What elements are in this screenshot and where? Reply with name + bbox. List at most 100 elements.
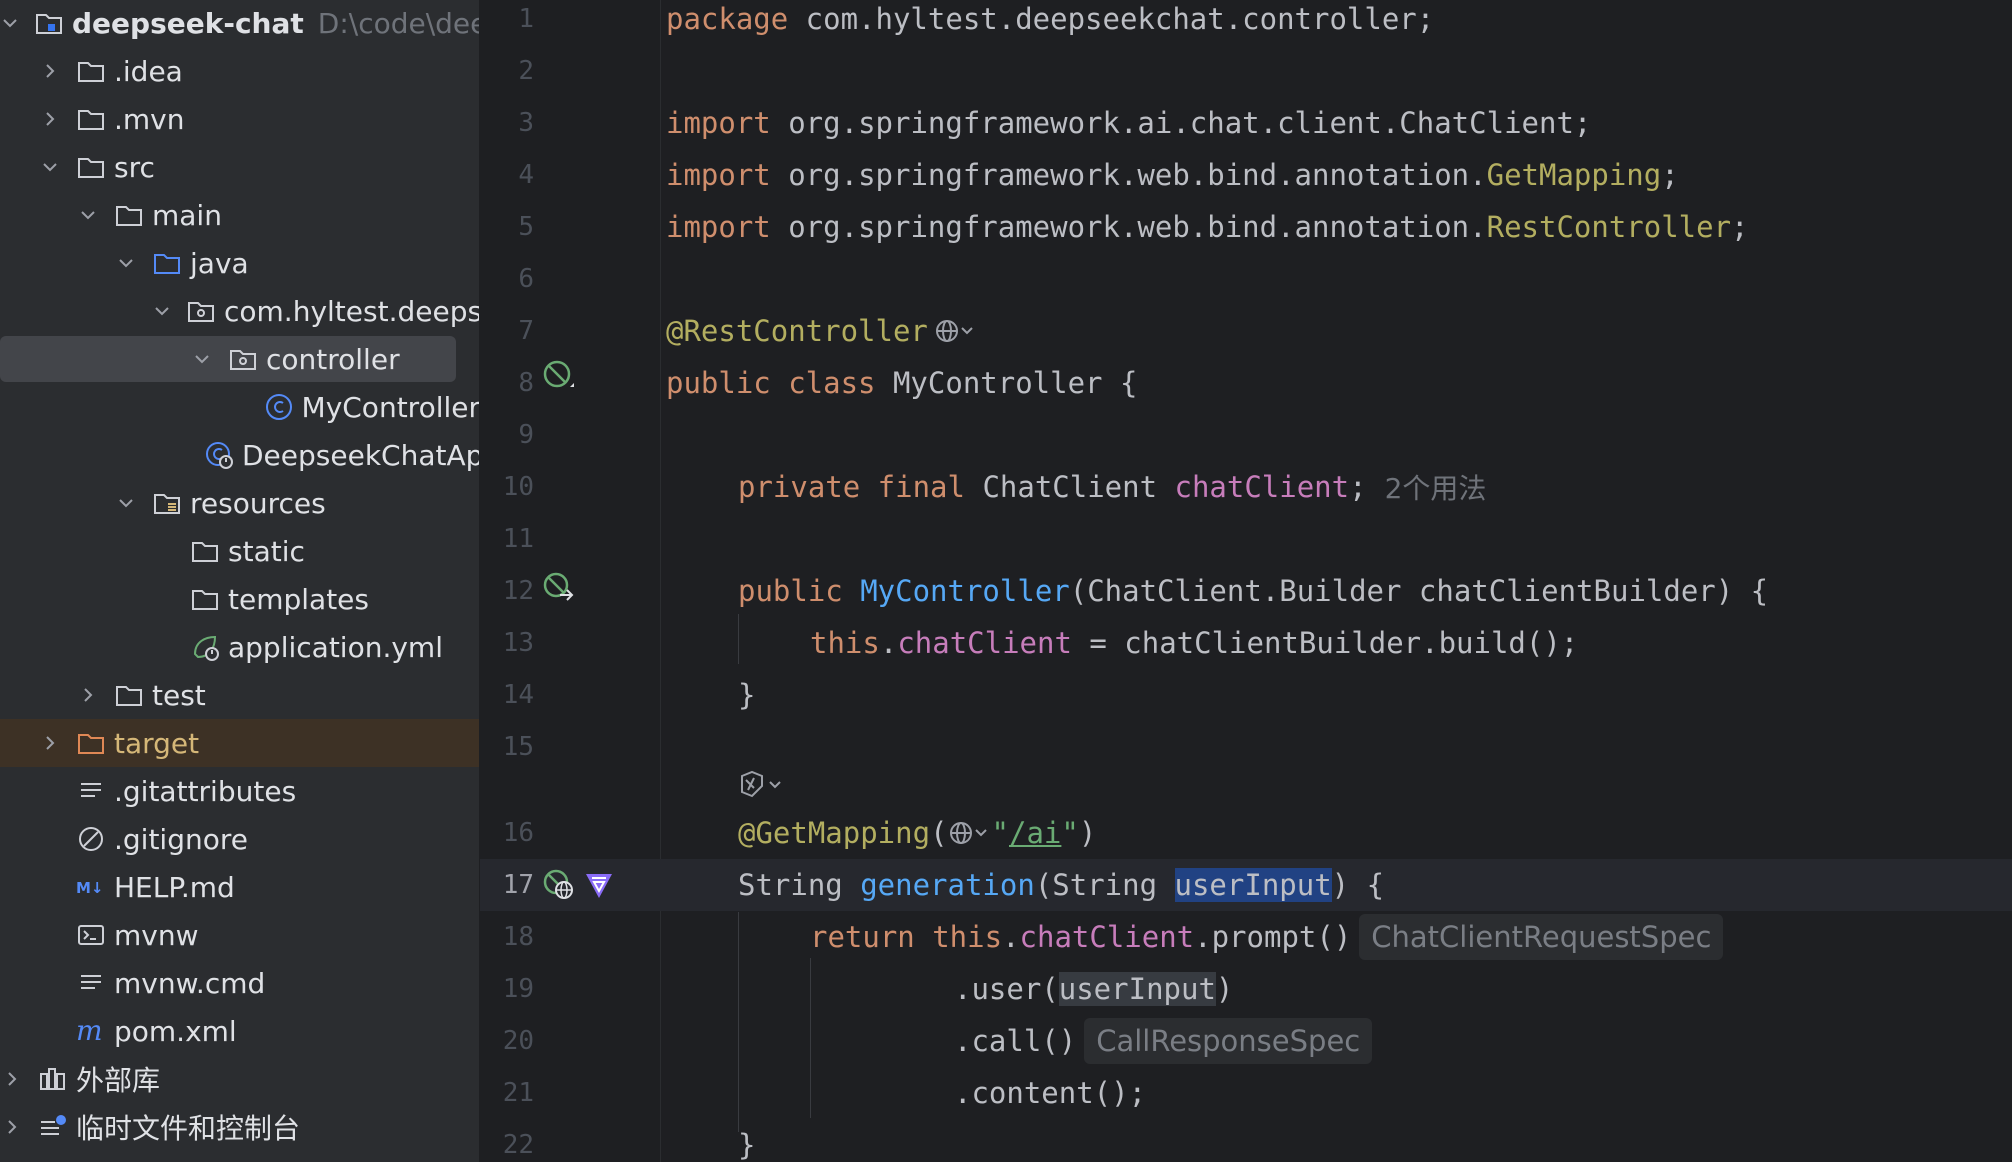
code-line-20[interactable]: 20 .call() CallResponseSpec: [480, 1015, 2012, 1067]
tree-item-mvnw-cmd[interactable]: mvnw.cmd: [0, 959, 479, 1007]
tree-item-pom-xml[interactable]: m pom.xml: [0, 1007, 479, 1055]
tree-item-label: target: [114, 726, 200, 760]
code-line-7[interactable]: 7 @RestController: [480, 305, 2012, 357]
tree-item-help-md[interactable]: M↓ HELP.md: [0, 863, 479, 911]
code-line-21[interactable]: 21 .content();: [480, 1067, 2012, 1119]
scratches-icon: [38, 1112, 68, 1142]
selected-identifier[interactable]: userInput: [1174, 868, 1332, 902]
tree-item-label: MyController: [301, 390, 480, 424]
token: ": [1061, 816, 1079, 850]
type-hint[interactable]: CallResponseSpec: [1084, 1018, 1373, 1064]
tree-item-scratches[interactable]: 临时文件和控制台: [0, 1103, 479, 1151]
chevron-down-icon[interactable]: [114, 491, 138, 515]
web-endpoints-dropdown-icon[interactable]: [934, 316, 978, 346]
token: .: [1002, 920, 1020, 954]
code-line-1[interactable]: 1 package com.hyltest.deepseekchat.contr…: [480, 0, 2012, 45]
code-line-16[interactable]: 16 @GetMapping("/ai "): [480, 807, 2012, 859]
tree-item-label: HELP.md: [114, 870, 235, 904]
code-line-11[interactable]: 11: [480, 513, 2012, 565]
chevron-down-icon[interactable]: [190, 347, 214, 371]
code-line-13[interactable]: 13 this. chatClient = chatClientBuilder.b…: [480, 617, 2012, 669]
tree-item-label: .mvn: [114, 102, 185, 136]
tree-item-src[interactable]: src: [0, 143, 479, 191]
chevron-right-icon[interactable]: [76, 683, 100, 707]
tree-item-static[interactable]: static: [0, 527, 479, 575]
identifier-occurrence[interactable]: userInput: [1058, 972, 1216, 1006]
tree-item-application-yml[interactable]: application.yml: [0, 623, 479, 671]
tree-item-mvn[interactable]: .mvn: [0, 95, 479, 143]
token: }: [738, 678, 756, 712]
chevron-down-icon[interactable]: [0, 11, 20, 35]
tree-item-mvnw[interactable]: mvnw: [0, 911, 479, 959]
tree-root-label: deepseek-chat: [72, 6, 304, 40]
chevron-right-icon[interactable]: [0, 1067, 24, 1091]
code-line-14[interactable]: 14 }: [480, 669, 2012, 721]
tree-item-label: application.yml: [228, 630, 443, 664]
line-number: 11: [502, 524, 534, 554]
line-number: 15: [502, 732, 534, 762]
code-line-22[interactable]: 22 }: [480, 1119, 2012, 1162]
code-line-4[interactable]: 4 import org.springframework.web.bind.an…: [480, 149, 2012, 201]
tree-item-label: DeepseekChatAp: [242, 438, 480, 472]
chevron-right-icon[interactable]: [0, 1115, 24, 1139]
token: GetMapping: [1486, 158, 1662, 192]
tree-item-target[interactable]: target: [0, 719, 479, 767]
chevron-down-icon[interactable]: [114, 251, 138, 275]
code-line-12[interactable]: 12 public MyController (ChatClient.Builde…: [480, 565, 2012, 617]
chevron-right-icon[interactable]: [38, 731, 62, 755]
tree-item-idea[interactable]: .idea: [0, 47, 479, 95]
code-line-15[interactable]: 15: [480, 721, 2012, 773]
ai-generate-gutter-icon[interactable]: [582, 868, 616, 902]
tree-item-gitattributes[interactable]: .gitattributes: [0, 767, 479, 815]
tree-item-controller[interactable]: controller: [0, 335, 479, 383]
code-line-10[interactable]: 10 private final ChatClient chatClient; 2…: [480, 461, 2012, 513]
chevron-down-icon[interactable]: [38, 155, 62, 179]
spring-bean-gutter-icon[interactable]: [542, 359, 576, 393]
chevron-down-icon[interactable]: [76, 203, 100, 227]
code-line-5[interactable]: 5 import org.springframework.web.bind.an…: [480, 201, 2012, 253]
tree-root[interactable]: deepseek-chat D:\code\deepse: [0, 0, 479, 47]
autowired-gutter-icon[interactable]: [542, 571, 576, 605]
token: RestController: [1486, 210, 1732, 244]
url-path-link[interactable]: /ai: [1009, 816, 1061, 850]
tree-item-test[interactable]: test: [0, 671, 479, 719]
globe-dropdown-icon[interactable]: [948, 818, 992, 848]
code-line-6[interactable]: 6: [480, 253, 2012, 305]
chevron-down-icon[interactable]: [152, 299, 172, 323]
ai-assistant-inlay[interactable]: [736, 768, 792, 802]
token: this: [932, 920, 1003, 954]
ai-assistant-icon[interactable]: [736, 768, 792, 802]
code-editor[interactable]: 1 package com.hyltest.deepseekchat.contr…: [480, 0, 2012, 1162]
spring-boot-class-icon: [204, 440, 234, 470]
tree-item-mycontroller[interactable]: MyController: [0, 383, 480, 431]
library-icon: [38, 1064, 68, 1094]
tree-item-templates[interactable]: templates: [0, 575, 479, 623]
tree-item-resources[interactable]: resources: [0, 479, 479, 527]
token: import: [666, 106, 771, 140]
code-line-8[interactable]: 8 public class MyController {: [480, 357, 2012, 409]
chevron-right-icon[interactable]: [38, 107, 62, 131]
tree-item-main[interactable]: main: [0, 191, 479, 239]
token: ": [991, 816, 1009, 850]
type-hint[interactable]: ChatClientRequestSpec: [1359, 914, 1724, 960]
code-line-2[interactable]: 2: [480, 45, 2012, 97]
tree-root-path: D:\code\deepse: [317, 6, 479, 40]
tree-item-java[interactable]: java: [0, 239, 479, 287]
code-line-18[interactable]: 18 return this. chatClient .prompt() ChatCl…: [480, 911, 2012, 963]
code-line-17[interactable]: 17 String generation (String userInput) {: [480, 859, 2012, 911]
project-tree[interactable]: deepseek-chat D:\code\deepse .idea .mvn …: [0, 0, 480, 1162]
code-line-19[interactable]: 19 .user(userInput): [480, 963, 2012, 1015]
token: public: [738, 574, 861, 608]
line-number: 17: [502, 870, 534, 900]
tree-item-gitignore[interactable]: .gitignore: [0, 815, 479, 863]
web-request-gutter-icon[interactable]: [542, 868, 576, 902]
tree-item-application-class[interactable]: DeepseekChatAp: [0, 431, 480, 479]
tree-item-external-libraries[interactable]: 外部库: [0, 1055, 479, 1103]
tree-item-label: 临时文件和控制台: [76, 1112, 301, 1145]
token: (String: [1034, 868, 1175, 902]
code-line-3[interactable]: 3 import org.springframework.ai.chat.cli…: [480, 97, 2012, 149]
code-line-9[interactable]: 9: [480, 409, 2012, 461]
chevron-right-icon[interactable]: [38, 59, 62, 83]
tree-item-package[interactable]: com.hyltest.deepsee: [0, 287, 479, 335]
usages-hint[interactable]: 2个用法: [1385, 467, 1487, 507]
